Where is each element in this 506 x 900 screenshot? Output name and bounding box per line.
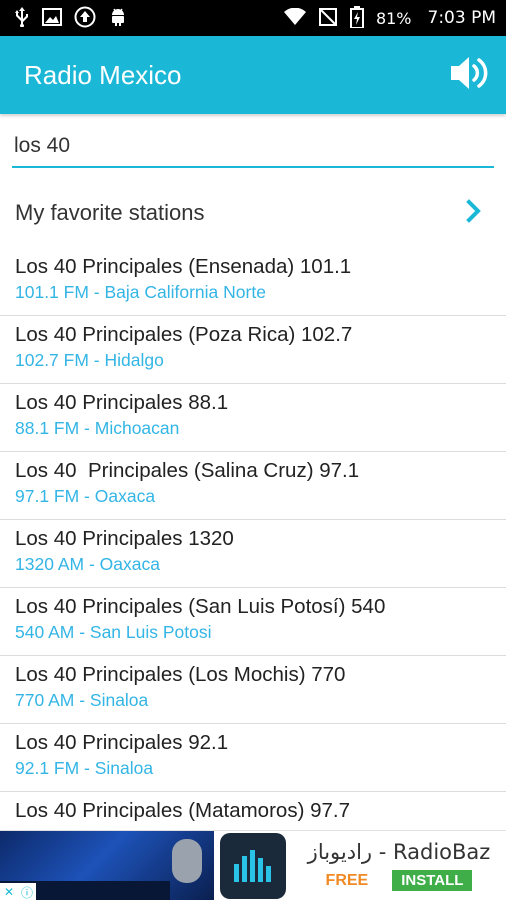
station-list: Los 40 Principales (Ensenada) 101.1 101.… bbox=[0, 248, 506, 860]
station-item[interactable]: Los 40 Principales (Los Mochis) 770 770 … bbox=[0, 656, 506, 724]
favorite-stations-label: My favorite stations bbox=[15, 200, 205, 225]
station-item[interactable]: Los 40 Principales (Salina Cruz) 97.1 97… bbox=[0, 452, 506, 520]
battery-icon bbox=[349, 5, 364, 31]
ad-text-area: راديوباز - RadioBaz FREE INSTALL bbox=[292, 831, 506, 900]
clock: 7:03 PM bbox=[427, 8, 497, 28]
station-name: Los 40 Principales 88.1 bbox=[15, 391, 229, 414]
favorite-stations-row[interactable]: My favorite stations bbox=[0, 188, 506, 238]
search-field-container bbox=[12, 128, 494, 168]
no-signal-icon bbox=[318, 7, 338, 30]
image-icon bbox=[42, 7, 62, 29]
station-item[interactable]: Los 40 Principales (San Luis Potosí) 540… bbox=[0, 588, 506, 656]
station-item[interactable]: Los 40 Principales (Ensenada) 101.1 101.… bbox=[0, 248, 506, 316]
status-right-icons: 81% 7:03 PM bbox=[283, 5, 497, 31]
ad-banner[interactable]: ✕ ⓘ راديوباز - RadioBaz FREE INSTALL bbox=[0, 830, 506, 900]
station-frequency: 88.1 FM - Michoacan bbox=[15, 418, 180, 438]
app-bar: Radio Mexico bbox=[0, 36, 506, 114]
station-frequency: 102.7 FM - Hidalgo bbox=[15, 350, 164, 370]
volume-button[interactable] bbox=[448, 53, 492, 97]
status-left-icons bbox=[14, 6, 128, 31]
ad-image[interactable]: ✕ ⓘ bbox=[0, 831, 214, 900]
ad-free-label: FREE bbox=[325, 871, 369, 889]
app-title: Radio Mexico bbox=[24, 59, 182, 90]
station-item[interactable]: Los 40 Principales 88.1 88.1 FM - Michoa… bbox=[0, 384, 506, 452]
station-name: Los 40 Principales 1320 bbox=[15, 527, 234, 550]
station-item[interactable]: Los 40 Principales 1320 1320 AM - Oaxaca bbox=[0, 520, 506, 588]
ad-badges: ✕ ⓘ bbox=[0, 883, 36, 900]
station-name: Los 40 Principales (Los Mochis) 770 bbox=[15, 663, 346, 686]
station-frequency: 540 AM - San Luis Potosi bbox=[15, 622, 212, 642]
usb-icon bbox=[14, 6, 30, 30]
ad-info-icon[interactable]: ⓘ bbox=[18, 883, 36, 900]
station-name: Los 40 Principales (Matamoros) 97.7 bbox=[15, 799, 350, 822]
android-icon bbox=[108, 7, 128, 30]
station-name: Los 40 Principales (Salina Cruz) 97.1 bbox=[15, 459, 360, 482]
ad-close-icon[interactable]: ✕ bbox=[0, 883, 18, 900]
chevron-right-icon bbox=[466, 197, 482, 230]
station-name: Los 40 Principales (Ensenada) 101.1 bbox=[15, 255, 352, 278]
search-input[interactable] bbox=[12, 128, 494, 164]
station-frequency: 92.1 FM - Sinaloa bbox=[15, 758, 154, 778]
battery-percent: 81% bbox=[375, 8, 412, 28]
station-item[interactable]: Los 40 Principales (Poza Rica) 102.7 102… bbox=[0, 316, 506, 384]
station-frequency: 1320 AM - Oaxaca bbox=[15, 554, 160, 574]
microphone-graphic bbox=[172, 839, 202, 883]
station-frequency: 97.1 FM - Oaxaca bbox=[15, 486, 156, 506]
ad-install-button[interactable]: INSTALL bbox=[392, 870, 473, 891]
ad-actions: FREE INSTALL bbox=[326, 870, 473, 891]
station-name: Los 40 Principales 92.1 bbox=[15, 731, 229, 754]
station-name: Los 40 Principales (San Luis Potosí) 540 bbox=[15, 595, 386, 618]
ad-app-icon[interactable] bbox=[220, 833, 286, 899]
ad-title: راديوباز - RadioBaz bbox=[307, 840, 491, 864]
station-item[interactable]: Los 40 Principales 92.1 92.1 FM - Sinalo… bbox=[0, 724, 506, 792]
station-name: Los 40 Principales (Poza Rica) 102.7 bbox=[15, 323, 353, 346]
status-bar: 81% 7:03 PM bbox=[0, 0, 506, 36]
volume-icon bbox=[449, 53, 491, 98]
station-frequency: 101.1 FM - Baja California Norte bbox=[15, 282, 266, 302]
upload-icon bbox=[74, 6, 96, 31]
station-frequency: 770 AM - Sinaloa bbox=[15, 690, 149, 710]
wifi-icon bbox=[283, 7, 306, 29]
